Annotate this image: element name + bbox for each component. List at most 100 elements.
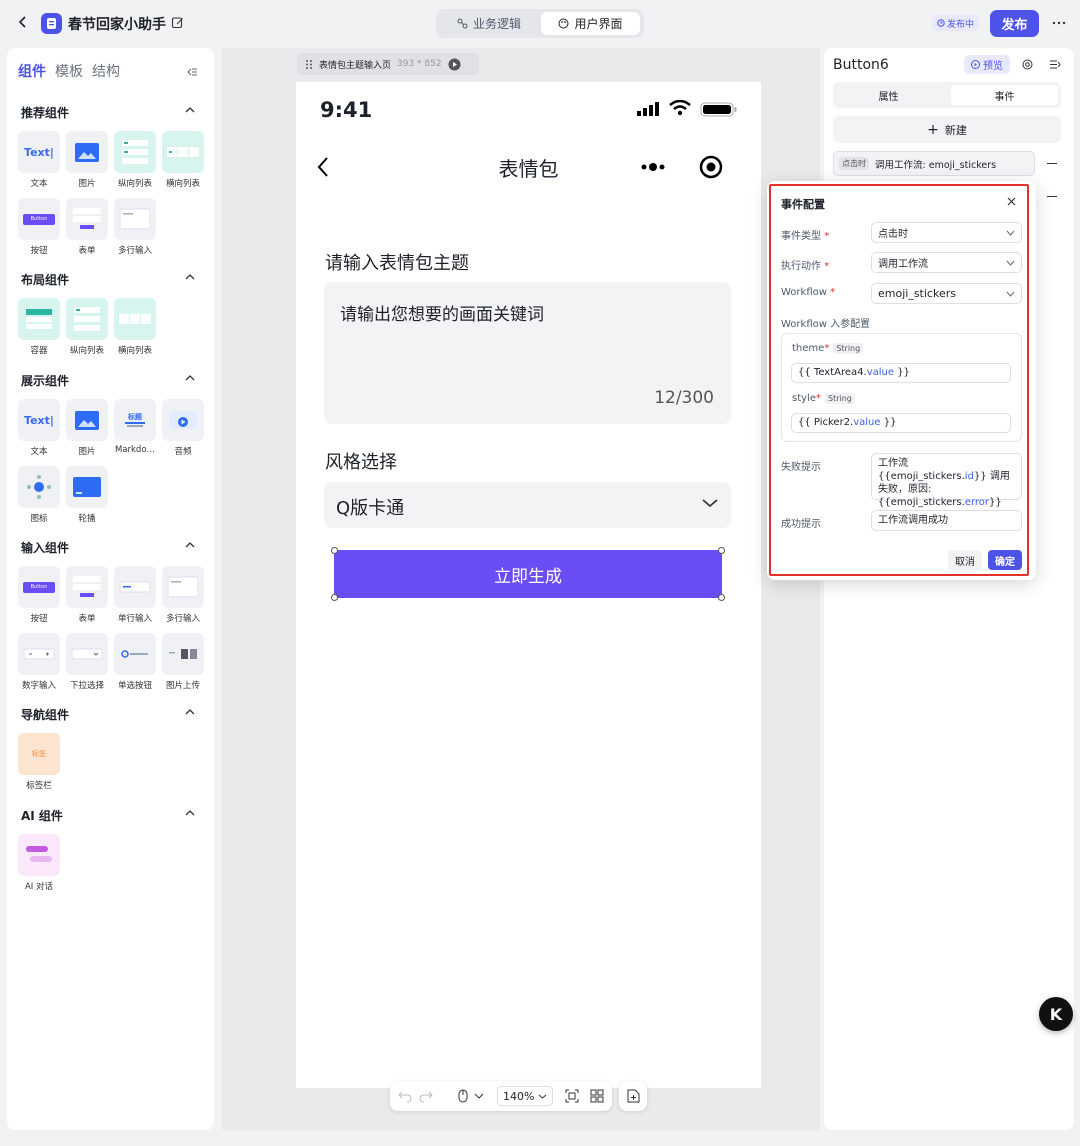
- redo-icon[interactable]: [419, 1089, 433, 1103]
- component-container[interactable]: 容器: [18, 298, 60, 356]
- workflow-select[interactable]: emoji_stickers: [871, 283, 1022, 304]
- action-select[interactable]: 调用工作流: [871, 252, 1022, 273]
- fit-screen-icon[interactable]: [565, 1089, 579, 1103]
- remove-event-icon[interactable]: [1047, 196, 1057, 197]
- chevron-down-icon[interactable]: [474, 1092, 484, 1100]
- event-description: 调用工作流: emoji_stickers: [875, 159, 997, 171]
- component-text[interactable]: Text | 文本: [18, 131, 60, 189]
- resize-handle[interactable]: [718, 594, 725, 601]
- capsule-close-icon[interactable]: [699, 155, 723, 179]
- success-message-input[interactable]: 工作流调用成功: [871, 510, 1022, 531]
- component-horizontal-list[interactable]: 横向列表: [114, 298, 156, 356]
- component-image-upload[interactable]: 图片上传: [162, 633, 204, 691]
- add-page-icon[interactable]: [619, 1081, 647, 1111]
- component-image[interactable]: 图片: [66, 399, 108, 457]
- component-form[interactable]: 表单: [66, 566, 108, 624]
- event-item[interactable]: 点击时 调用工作流: emoji_stickers: [833, 151, 1035, 176]
- component-panel: 组件 模板 结构 推荐组件 布局组件 展示组件 输入组件 导航组件 AI 组件 …: [7, 48, 214, 1130]
- component-form[interactable]: 表单: [66, 198, 108, 256]
- tab-business-logic[interactable]: 业务逻辑: [440, 12, 538, 35]
- flow-icon: [457, 18, 468, 29]
- component-tabbar[interactable]: 标签 标签栏: [18, 733, 60, 791]
- component-vertical-list[interactable]: 纵向列表: [114, 131, 156, 189]
- preview-button[interactable]: 预览: [964, 55, 1010, 74]
- tabbar-icon: 标签: [18, 733, 60, 775]
- fail-message-input[interactable]: 工作流 {{emoji_stickers.id}} 调用失败，原因: {{emo…: [871, 453, 1022, 508]
- theme-label: 请输入表情包主题: [325, 253, 469, 274]
- ai-chat-icon: [18, 834, 60, 876]
- confirm-button[interactable]: 确定: [988, 550, 1022, 570]
- resize-handle[interactable]: [331, 594, 338, 601]
- component-multiline-input[interactable]: 多行输入: [114, 198, 156, 256]
- textarea-icon: [162, 566, 204, 608]
- component-audio[interactable]: 音频: [162, 399, 204, 457]
- more-icon[interactable]: [1052, 16, 1066, 30]
- component-horizontal-list[interactable]: 横向列表: [162, 131, 204, 189]
- tab-templates[interactable]: 模板: [55, 61, 83, 81]
- assistant-fab-icon[interactable]: K: [1039, 997, 1073, 1031]
- component-radio[interactable]: 单选按钮: [114, 633, 156, 691]
- chevron-up-icon[interactable]: [184, 807, 198, 821]
- new-event-button[interactable]: + 新建: [833, 116, 1061, 143]
- chevron-left-icon[interactable]: [16, 15, 30, 29]
- palette-icon: [558, 18, 569, 29]
- chevron-up-icon[interactable]: [184, 539, 198, 553]
- collapse-icon[interactable]: [1049, 59, 1061, 70]
- text-icon: Text |: [18, 131, 60, 173]
- component-button[interactable]: Button 按钮: [18, 566, 60, 624]
- collapse-panel-icon[interactable]: [186, 66, 198, 78]
- page-label-bar[interactable]: 表情包主题输入页 393 * 852: [297, 53, 479, 75]
- horizontal-list-icon: [162, 131, 204, 173]
- component-markdown[interactable]: 标题 Markdo…: [114, 399, 156, 455]
- page-label: 表情包主题输入页: [319, 60, 392, 71]
- zoom-select[interactable]: 140%: [497, 1086, 553, 1106]
- event-type-select[interactable]: 点击时: [871, 222, 1022, 243]
- chevron-up-icon[interactable]: [184, 271, 198, 285]
- component-ai-chat[interactable]: AI 对话: [18, 834, 60, 892]
- grid-icon[interactable]: [590, 1089, 604, 1103]
- tab-events[interactable]: 事件: [951, 85, 1058, 105]
- tab-user-interface[interactable]: 用户界面: [541, 12, 640, 35]
- markdown-icon: 标题: [114, 399, 156, 441]
- workflow-label: Workflow *: [781, 287, 836, 298]
- tab-properties[interactable]: 属性: [836, 85, 941, 105]
- style-picker[interactable]: Q版卡通: [324, 482, 731, 528]
- capsule-more-icon[interactable]: [640, 161, 668, 173]
- component-icon[interactable]: 图标: [18, 466, 60, 524]
- play-icon: [448, 58, 461, 70]
- param-theme-input[interactable]: {{ TextArea4.value }}: [791, 363, 1011, 383]
- undo-icon[interactable]: [398, 1089, 412, 1103]
- tab-structure[interactable]: 结构: [92, 61, 120, 81]
- component-vertical-list[interactable]: 纵向列表: [66, 298, 108, 356]
- mouse-icon[interactable]: [457, 1089, 469, 1103]
- remove-event-icon[interactable]: [1047, 163, 1057, 164]
- settings-icon[interactable]: [1022, 59, 1033, 70]
- component-dropdown[interactable]: 下拉选择: [66, 633, 108, 691]
- param-style-input[interactable]: {{ Picker2.value }}: [791, 413, 1011, 433]
- app-name: 春节回家小助手: [68, 17, 166, 33]
- input-icon: [114, 566, 156, 608]
- resize-handle[interactable]: [718, 547, 725, 554]
- theme-textarea[interactable]: 请输出您想要的画面关键词 12/300: [324, 282, 731, 424]
- generate-button[interactable]: 立即生成: [334, 550, 722, 598]
- resize-handle[interactable]: [331, 547, 338, 554]
- chevron-up-icon[interactable]: [184, 372, 198, 386]
- component-single-input[interactable]: 单行输入: [114, 566, 156, 624]
- tab-components[interactable]: 组件: [18, 61, 46, 81]
- component-image[interactable]: 图片: [66, 131, 108, 189]
- battery-icon: [700, 102, 738, 117]
- dialog-title: 事件配置: [781, 198, 825, 211]
- component-text[interactable]: Text | 文本: [18, 399, 60, 457]
- section-title: 展示组件: [21, 374, 70, 388]
- component-button[interactable]: Button 按钮: [18, 198, 60, 256]
- component-number-input[interactable]: 数字输入: [18, 633, 60, 691]
- component-carousel[interactable]: 轮播: [66, 466, 108, 524]
- icon-grid-icon: [18, 466, 60, 508]
- chevron-up-icon[interactable]: [184, 706, 198, 720]
- component-multiline-input[interactable]: 多行输入: [162, 566, 204, 624]
- cancel-button[interactable]: 取消: [948, 550, 982, 570]
- close-icon[interactable]: [1007, 197, 1016, 206]
- chevron-up-icon[interactable]: [184, 104, 198, 118]
- edit-icon[interactable]: [171, 16, 184, 29]
- publish-button[interactable]: 发布: [990, 10, 1039, 37]
